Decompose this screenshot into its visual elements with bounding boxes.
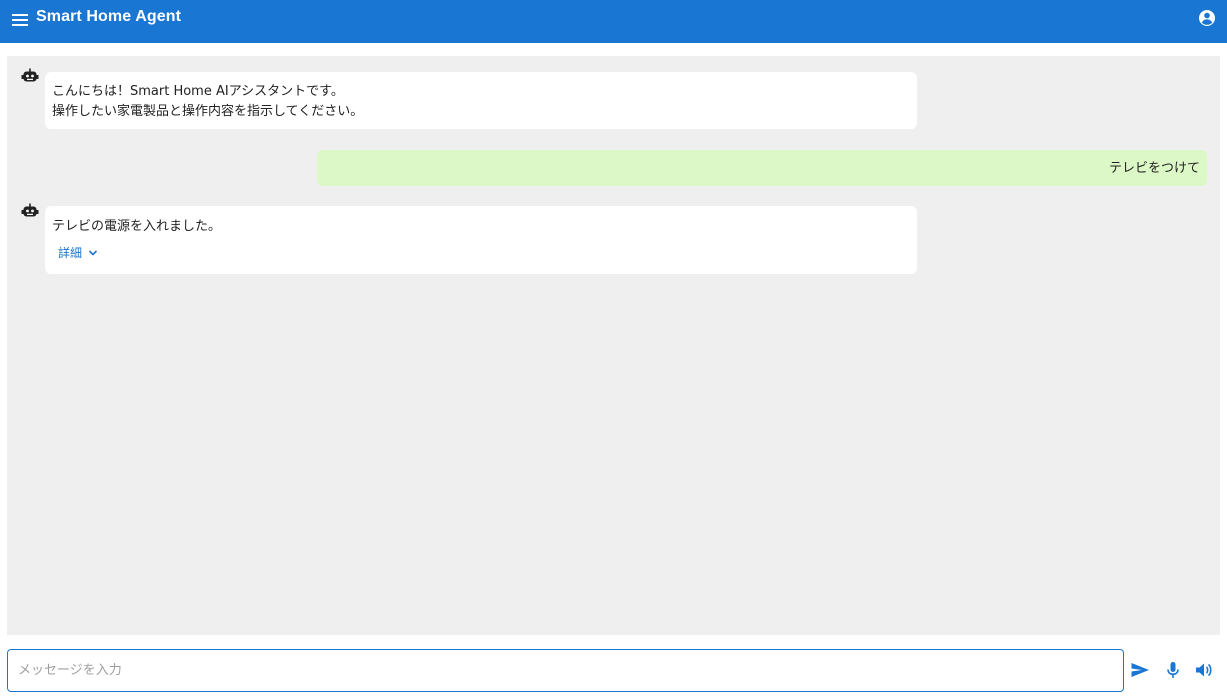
volume-icon[interactable] — [1194, 660, 1214, 680]
menu-icon[interactable] — [11, 11, 29, 29]
details-label: 詳細 — [58, 246, 83, 260]
message-input-container — [7, 649, 1124, 692]
bot-message-line: 操作したい家電製品と操作内容を指示してください。 — [52, 104, 364, 119]
bot-message-text: テレビの電源を入れました。 — [52, 219, 222, 234]
message-input[interactable] — [18, 650, 1113, 691]
chat-area[interactable]: こんにちは！Smart Home AIアシスタントです。 操作したい家電製品と操… — [7, 56, 1220, 635]
account-circle-icon[interactable] — [1197, 8, 1217, 28]
user-message-bubble: テレビをつけて — [317, 150, 1207, 186]
microphone-icon[interactable] — [1163, 660, 1183, 680]
send-icon[interactable] — [1130, 660, 1150, 680]
bot-message-bubble: テレビの電源を入れました。 詳細 — [45, 206, 917, 274]
user-message-text: テレビをつけて — [1108, 161, 1200, 176]
app-title: Smart Home Agent — [36, 8, 182, 25]
bot-message-line: こんにちは！Smart Home AIアシスタントです。 — [52, 84, 344, 99]
robot-icon — [21, 203, 39, 217]
bot-message-bubble: こんにちは！Smart Home AIアシスタントです。 操作したい家電製品と操… — [45, 72, 917, 129]
app-bar: Smart Home Agent — [0, 0, 1227, 43]
details-toggle[interactable]: 詳細 — [58, 244, 98, 261]
chevron-down-icon — [88, 249, 98, 256]
robot-icon — [21, 68, 39, 82]
